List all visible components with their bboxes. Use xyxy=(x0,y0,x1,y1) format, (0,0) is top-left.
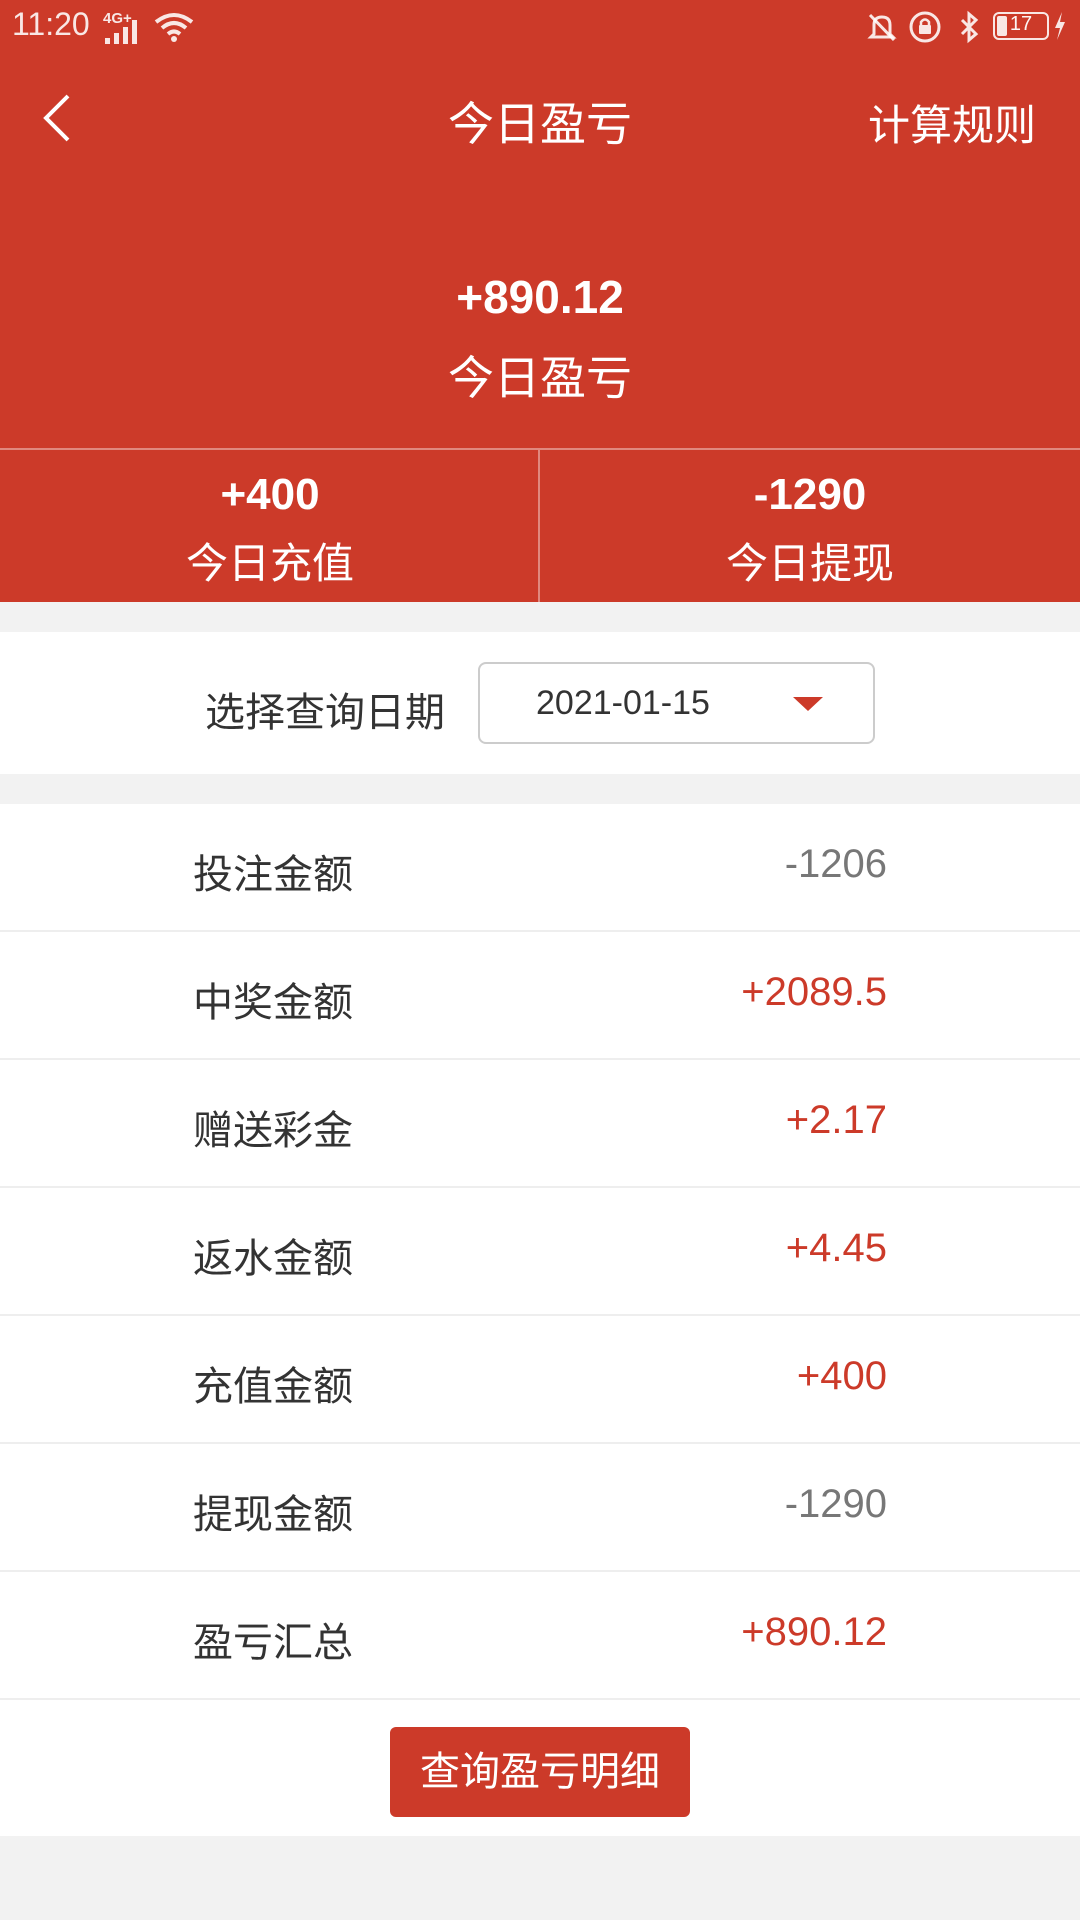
today-withdraw-value: -1290 xyxy=(753,470,867,519)
row-value: +4.45 xyxy=(785,1226,887,1270)
today-withdraw-label: 今日提现 xyxy=(725,539,894,588)
calc-rules-link[interactable]: 计算规则 xyxy=(868,92,1036,153)
today-withdraw: -1290 今日提现 xyxy=(540,450,1080,602)
date-select[interactable]: 2021-01-15 xyxy=(478,662,875,744)
row-value: -1290 xyxy=(784,1482,887,1526)
row-value: +2.17 xyxy=(785,1098,887,1142)
date-filter-label: 选择查询日期 xyxy=(205,690,445,736)
list-item: 返水金额 +4.45 xyxy=(0,1188,1080,1316)
profit-detail-list: 投注金额 -1206 中奖金额 +2089.5 赠送彩金 +2.17 返水金额 … xyxy=(0,804,1080,1836)
row-value: +400 xyxy=(796,1354,887,1398)
list-item: 投注金额 -1206 xyxy=(0,804,1080,932)
date-filter: 选择查询日期 2021-01-15 xyxy=(0,632,1080,774)
date-select-value: 2021-01-15 xyxy=(536,684,710,722)
today-profit-label: 今日盈亏 xyxy=(448,351,632,405)
list-item: 提现金额 -1290 xyxy=(0,1444,1080,1572)
today-profit-value: +890.12 xyxy=(456,271,624,323)
battery-level: 17 xyxy=(1009,13,1033,35)
row-value: +2089.5 xyxy=(741,970,887,1014)
signal-icon xyxy=(105,20,137,44)
row-value: -1206 xyxy=(784,842,887,886)
status-bar: 11:20 4G+ 17 xyxy=(0,0,1080,52)
dropdown-arrow-icon xyxy=(793,697,823,711)
charging-icon xyxy=(1055,12,1065,40)
query-detail-button[interactable]: 查询盈亏明细 xyxy=(390,1727,690,1817)
rotation-lock-icon xyxy=(909,11,941,43)
row-value: +890.12 xyxy=(741,1610,887,1654)
header-area: 11:20 4G+ 17 今日盈亏 计算规则 +890.12 今日盈亏 +400… xyxy=(0,0,1080,602)
row-label: 赠送彩金 xyxy=(193,1108,353,1154)
wifi-icon xyxy=(154,13,194,42)
list-item: 盈亏汇总 +890.12 xyxy=(0,1572,1080,1700)
status-time: 11:20 xyxy=(12,6,90,42)
list-item: 赠送彩金 +2.17 xyxy=(0,1060,1080,1188)
list-item: 中奖金额 +2089.5 xyxy=(0,932,1080,1060)
today-recharge-label: 今日充值 xyxy=(185,539,354,588)
row-label: 返水金额 xyxy=(193,1236,353,1282)
row-label: 盈亏汇总 xyxy=(193,1620,353,1666)
row-label: 充值金额 xyxy=(193,1364,353,1410)
row-label: 提现金额 xyxy=(193,1492,353,1538)
today-recharge: +400 今日充值 xyxy=(0,450,540,602)
row-label: 中奖金额 xyxy=(193,980,353,1026)
battery-icon: 17 xyxy=(993,12,1049,40)
list-item: 充值金额 +400 xyxy=(0,1316,1080,1444)
today-recharge-value: +400 xyxy=(220,470,320,519)
bluetooth-icon xyxy=(960,10,979,44)
row-label: 投注金额 xyxy=(193,852,353,898)
mute-bell-icon xyxy=(867,13,897,42)
